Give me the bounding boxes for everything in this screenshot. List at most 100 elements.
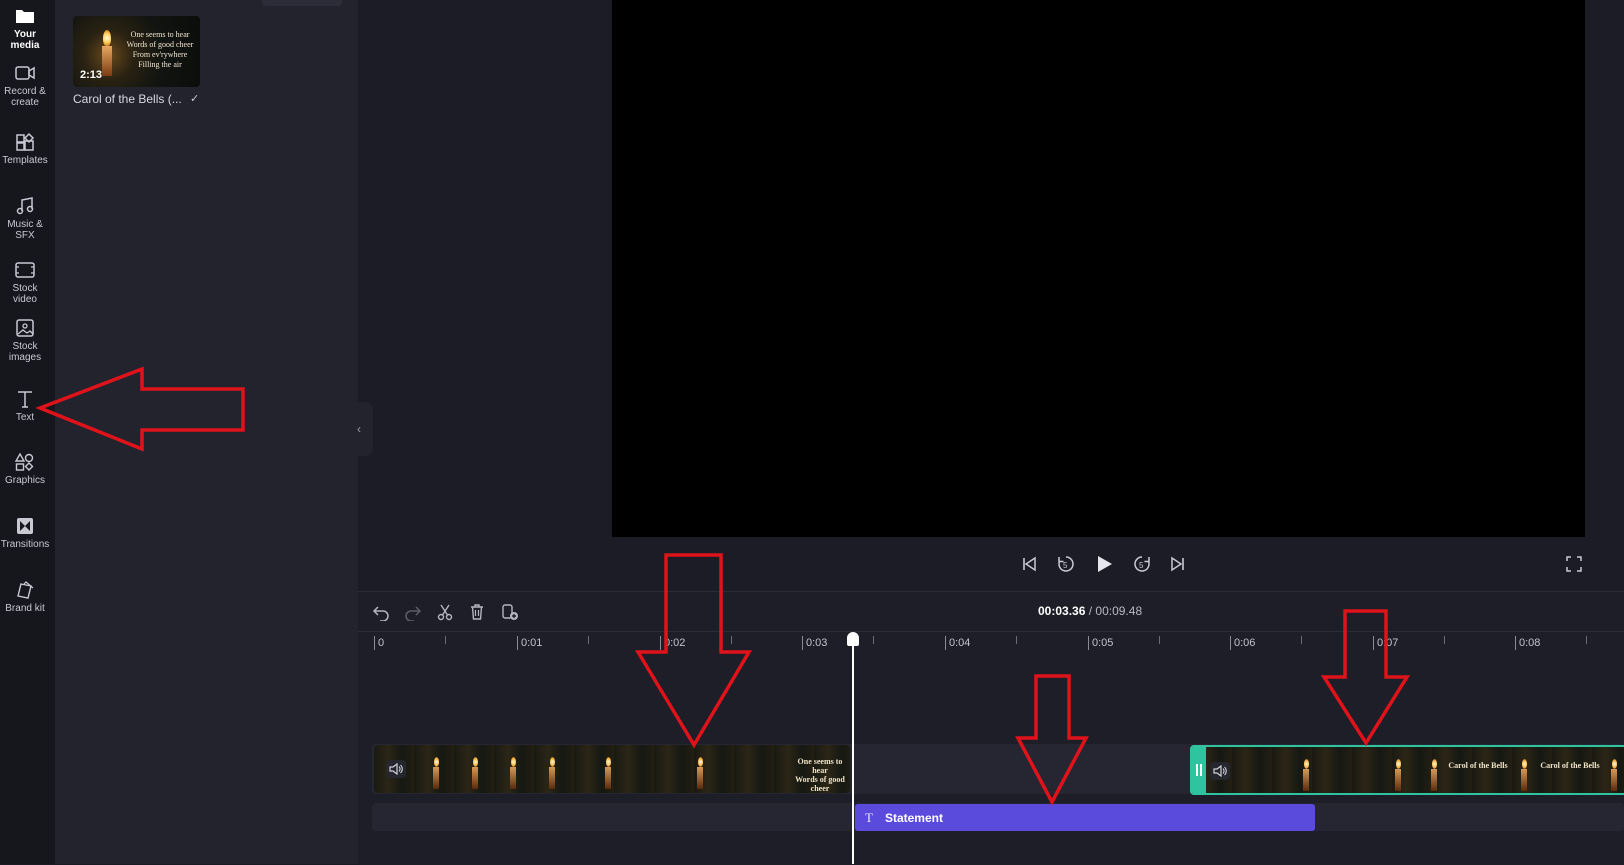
- nav-label: Graphics: [4, 475, 45, 486]
- playhead-line[interactable]: [852, 640, 854, 864]
- nav-record-create[interactable]: Record & create: [0, 63, 50, 108]
- clip-trim-handle[interactable]: [1192, 747, 1206, 793]
- clip-title: Carol of the Bells: [1540, 761, 1600, 770]
- media-name[interactable]: Carol of the Bells (...: [73, 92, 182, 106]
- nav-templates[interactable]: Templates: [0, 132, 50, 166]
- ruler-minor-tick: [731, 636, 732, 644]
- text-clip-label: Statement: [884, 810, 943, 825]
- lyric-line: Words of good cheer: [795, 775, 845, 793]
- lyric-line: One seems to hear: [797, 757, 843, 775]
- rewind-5-icon: 5: [1058, 556, 1074, 572]
- nav-music-sfx[interactable]: Music & SFX: [0, 196, 50, 241]
- nav-label: Stock video: [12, 283, 38, 305]
- play-button[interactable]: [1093, 553, 1115, 575]
- transition-icon: [17, 518, 33, 534]
- fullscreen-icon: [1566, 556, 1582, 572]
- fullscreen-button[interactable]: [1563, 553, 1585, 575]
- media-duration: 2:13: [80, 69, 103, 81]
- redo-icon: [405, 606, 422, 622]
- nav-transitions[interactable]: Transitions: [0, 516, 50, 550]
- text-icon: [18, 391, 32, 408]
- ruler-minor-tick: [873, 636, 874, 644]
- skip-end-icon: [1171, 556, 1184, 572]
- delete-button[interactable]: [468, 603, 488, 623]
- film-icon: [15, 262, 35, 278]
- lyric-line: Words of good cheer: [126, 40, 194, 49]
- ruler-minor-tick: [1586, 636, 1587, 644]
- text-clip-statement[interactable]: T Statement: [855, 804, 1315, 831]
- ruler-tick: [1088, 636, 1089, 650]
- lyric-line: Filling the air: [138, 60, 182, 69]
- nav-text[interactable]: Text: [0, 389, 50, 423]
- ruler-tick: [802, 636, 803, 650]
- folder-icon: [16, 10, 34, 23]
- trash-icon: [471, 604, 483, 620]
- lyric-line: From ev'rywhere: [132, 50, 188, 59]
- ruler-minor-tick: [588, 636, 589, 644]
- rewind-5-button[interactable]: 5: [1055, 553, 1077, 575]
- clip-lyrics: One seems to hear Words of good cheer Fr…: [792, 757, 848, 793]
- ruler-label: 0:07: [1377, 637, 1399, 649]
- scissors-icon: [437, 604, 453, 621]
- thumbnail-lyrics: One seems to hear Words of good cheer Fr…: [121, 30, 199, 70]
- ruler-tick: [660, 636, 661, 650]
- nav-label: Templates: [2, 155, 48, 166]
- nav-label: Brand kit: [5, 603, 45, 614]
- nav-brand-kit[interactable]: Brand kit: [0, 580, 50, 614]
- play-icon: [1098, 556, 1112, 572]
- ruler-minor-tick: [1159, 636, 1160, 644]
- image-icon: [16, 319, 34, 337]
- playhead-handle[interactable]: [847, 632, 859, 646]
- ruler-tick: [945, 636, 946, 650]
- ruler-label: 0:02: [664, 637, 686, 649]
- nav-your-media[interactable]: Your media: [0, 6, 50, 51]
- ruler-tick: [1230, 636, 1231, 650]
- video-clip-2-selected[interactable]: Carol of the Bells Carol of the Bells: [1190, 745, 1624, 795]
- add-to-timeline-button[interactable]: [500, 603, 520, 623]
- ruler-minor-tick: [1301, 636, 1302, 644]
- ruler-label: 0:06: [1234, 637, 1256, 649]
- templates-icon: [16, 132, 35, 151]
- skip-to-end-button[interactable]: [1167, 553, 1189, 575]
- ruler-tick: [517, 636, 518, 650]
- ruler-tick: [1515, 636, 1516, 650]
- ruler-tick: [1373, 636, 1374, 650]
- ruler-label: 0:01: [521, 637, 543, 649]
- skip-to-start-button[interactable]: [1018, 553, 1040, 575]
- forward-5-button[interactable]: 5: [1131, 553, 1153, 575]
- nav-label: Music & SFX: [7, 219, 43, 241]
- left-nav: Your media Record & create Templates Mus…: [0, 0, 55, 864]
- svg-text:5: 5: [1063, 561, 1068, 570]
- timeline-ruler[interactable]: [358, 631, 1624, 658]
- undo-button[interactable]: [372, 603, 392, 623]
- text-icon: T: [865, 809, 873, 825]
- nav-stock-video[interactable]: Stock video: [0, 260, 50, 305]
- video-clip-1[interactable]: One seems to hear Words of good cheer Fr…: [374, 745, 850, 793]
- camera-icon: [15, 66, 35, 80]
- nav-graphics[interactable]: Graphics: [0, 452, 50, 486]
- video-preview[interactable]: [612, 0, 1585, 537]
- nav-label: Text: [15, 412, 35, 423]
- collapse-panel-button[interactable]: ‹: [345, 402, 373, 456]
- panel-top-button[interactable]: [262, 0, 342, 6]
- split-button[interactable]: [436, 603, 456, 623]
- music-note-icon: [16, 197, 34, 215]
- nav-stock-images[interactable]: Stock images: [0, 318, 50, 363]
- check-icon: ✓: [190, 93, 200, 105]
- total-time: 00:09.48: [1095, 604, 1143, 618]
- speaker-icon[interactable]: [386, 760, 406, 778]
- candle-flame: [103, 30, 111, 46]
- redo-button[interactable]: [404, 603, 424, 623]
- chevron-left-icon: ‹: [357, 422, 361, 436]
- speaker-icon[interactable]: [1210, 762, 1230, 780]
- lyric-line: One seems to hear: [130, 30, 190, 39]
- current-time: 00:03.36: [1038, 604, 1086, 618]
- svg-text:5: 5: [1139, 561, 1144, 570]
- ruler-label: 0:03: [806, 637, 828, 649]
- nav-label: Transitions: [0, 539, 50, 550]
- ruler-label: 0:04: [949, 637, 971, 649]
- duplicate-add-icon: [502, 604, 518, 620]
- nav-label: Record & create: [4, 86, 46, 108]
- timecode: 00:03.36 / 00:09.48: [1038, 604, 1142, 618]
- ruler-minor-tick: [1444, 636, 1445, 644]
